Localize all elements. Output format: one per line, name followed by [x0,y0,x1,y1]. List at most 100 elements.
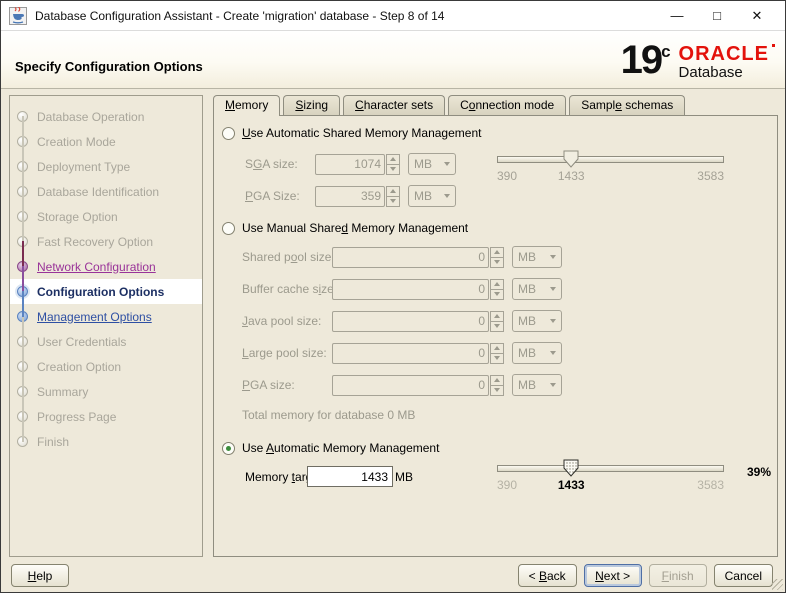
close-icon[interactable]: ✕ [737,2,777,30]
minimize-icon[interactable]: — [657,2,697,30]
chevron-down-icon [444,194,450,198]
window-title: Database Configuration Assistant - Creat… [35,8,445,23]
tab-sizing[interactable]: Sizing [283,95,341,115]
config-tabs: Memory Sizing Character sets Connection … [213,95,686,116]
asmm-radio-label: Use Automatic Shared Memory Management [242,126,482,140]
memory-target-slider-track[interactable] [497,465,724,472]
cancel-button[interactable]: Cancel [713,564,773,587]
memory-target-row: Memory target: 1433 MB [245,466,413,487]
resize-grip[interactable] [772,579,783,590]
pga-size-input: 359 [315,185,385,207]
tab-connection-mode[interactable]: Connection mode [448,95,567,115]
sidebar-item-creation-mode: Creation Mode [10,129,202,154]
asmm-radio[interactable] [222,126,235,140]
chevron-down-icon [550,255,556,259]
manual-radio[interactable] [222,221,235,235]
sidebar-item-progress-page: Progress Page [10,404,202,429]
java-pool-spinner [490,310,504,332]
java-pool-row: Java pool size: 0 MB [242,310,562,332]
title-bar[interactable]: Database Configuration Assistant - Creat… [1,1,785,31]
large-pool-unit-dropdown: MB [512,342,562,364]
sidebar-item-finish: Finish [10,429,202,454]
buffer-cache-label: Buffer cache size: [242,282,338,296]
steps-rail-segment [22,291,24,317]
next-button[interactable]: Next > [583,564,642,587]
tab-memory[interactable]: Memory [213,95,281,116]
buffer-cache-unit-dropdown: MB [512,278,562,300]
chevron-down-icon [550,351,556,355]
sga-size-spinner [386,153,400,175]
steps-rail-segment [22,241,24,267]
chevron-down-icon [550,319,556,323]
memory-target-unit: MB [395,469,413,484]
shared-pool-input: 0 [332,246,489,268]
amm-radio-label: Use Automatic Memory Management [242,441,440,455]
footer-bar: Help < Back Next > Finish Cancel [1,557,785,592]
large-pool-spinner [490,342,504,364]
sidebar-item-database-operation: Database Operation [10,104,202,129]
memory-target-slider[interactable]: 390 1433 3583 [497,459,724,492]
logo-version: 19 [620,38,663,82]
page-title: Specify Configuration Options [15,59,203,74]
manual-radio-row: Use Manual Shared Memory Management [222,221,468,235]
sidebar-item-user-credentials: User Credentials [10,329,202,354]
manual-pga-unit-dropdown: MB [512,374,562,396]
sga-size-label: SGA size: [245,157,298,171]
nav-buttons: < Back Next > Finish Cancel [517,564,773,587]
manual-radio-label: Use Manual Shared Memory Management [242,221,469,235]
pga-size-row: PGA Size: 359 MB [245,185,456,207]
maximize-icon[interactable]: □ [697,2,737,30]
manual-pga-input: 0 [332,374,489,396]
buffer-cache-input: 0 [332,278,489,300]
logo-version-suffix: c [661,42,671,61]
large-pool-label: Large pool size: [242,346,327,360]
large-pool-input: 0 [332,342,489,364]
steps-rail-segment [22,266,24,292]
tab-character-sets[interactable]: Character sets [343,95,446,115]
sidebar-item-storage-option: Storage Option [10,204,202,229]
chevron-down-icon [444,162,450,166]
amm-radio-row: Use Automatic Memory Management [222,441,439,455]
memory-target-label: Memory target: [245,469,326,484]
sidebar-item-network-configuration[interactable]: Network Configuration [10,254,202,279]
manual-pga-row: PGA size: 0 MB [242,374,562,396]
finish-button: Finish [648,564,707,587]
memory-target-input[interactable]: 1433 [307,466,393,487]
help-button[interactable]: Help [11,564,69,587]
java-pool-unit-dropdown: MB [512,310,562,332]
sidebar-item-database-identification: Database Identification [10,179,202,204]
total-memory-text: Total memory for database 0 MB [242,408,416,422]
sidebar-item-configuration-options[interactable]: Configuration Options [10,279,202,304]
shared-pool-label: Shared pool size: [242,250,335,264]
buffer-cache-spinner [490,278,504,300]
wizard-steps-sidebar: Database Operation Creation Mode Deploym… [9,95,203,557]
sidebar-item-summary: Summary [10,379,202,404]
manual-pga-spinner [490,374,504,396]
memory-target-slider-ticks: 390 1433 3583 [497,478,724,492]
sga-size-input: 1074 [315,153,385,175]
sidebar-item-deployment-type: Deployment Type [10,154,202,179]
asmm-radio-row: Use Automatic Shared Memory Management [222,126,481,140]
pga-unit-dropdown: MB [408,185,456,207]
sidebar-item-management-options[interactable]: Management Options [10,304,202,329]
java-pool-input: 0 [332,310,489,332]
shared-pool-unit-dropdown: MB [512,246,562,268]
java-pool-label: Java pool size: [242,314,322,328]
sga-slider: 390 1433 3583 [497,150,724,183]
pga-size-spinner [386,185,400,207]
memory-percent-badge: 39% [747,465,772,479]
amm-radio[interactable] [222,441,235,455]
buffer-cache-row: Buffer cache size: 0 MB [242,278,562,300]
sga-slider-ticks: 390 1433 3583 [497,169,724,183]
sidebar-item-fast-recovery-option: Fast Recovery Option [10,229,202,254]
java-icon [9,6,27,25]
tab-sample-schemas[interactable]: Sample schemas [569,95,686,115]
oracle-wordmark: ORACLE [679,44,775,64]
pga-size-label: PGA Size: [245,189,300,203]
sidebar-item-creation-option: Creation Option [10,354,202,379]
logo-product: Database [678,64,743,81]
dbca-window: Database Configuration Assistant - Creat… [0,0,786,593]
sga-unit-dropdown: MB [408,153,456,175]
chevron-down-icon [550,383,556,387]
back-button[interactable]: < Back [517,564,577,587]
